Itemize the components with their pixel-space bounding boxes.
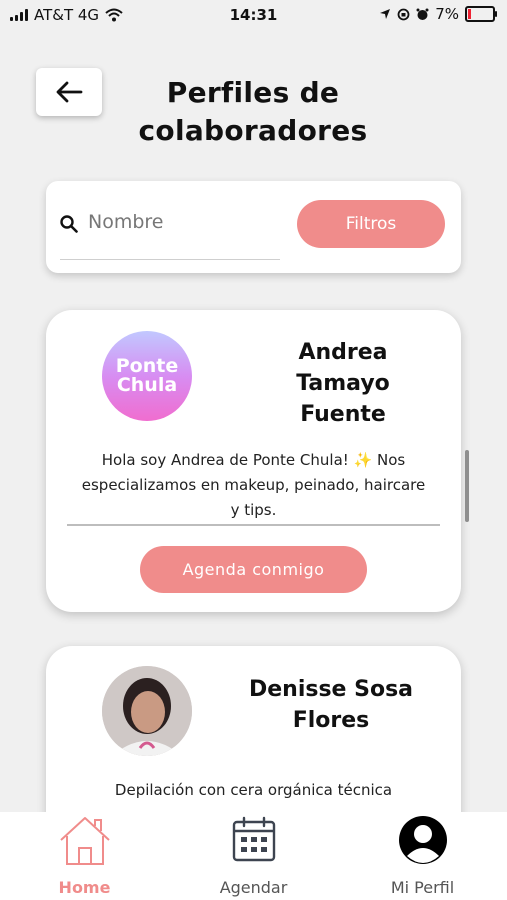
logo-text: Ponte Chula	[115, 355, 179, 396]
back-button[interactable]	[36, 68, 102, 116]
profile-photo-avatar	[102, 666, 192, 756]
home-icon	[59, 817, 110, 865]
profile-name: Andrea Tamayo Fuente	[296, 340, 390, 427]
search-field	[60, 209, 280, 260]
profile-bio: Depilación con cera orgánica técnica	[114, 781, 393, 799]
tab-home[interactable]: Home	[0, 812, 169, 900]
search-card: Filtros	[46, 181, 461, 273]
lock-rotation-icon	[397, 8, 410, 20]
tab-label-schedule: Agendar	[219, 878, 288, 897]
user-icon	[398, 816, 447, 864]
profile-bio: Hola soy Andrea de Ponte Chula! ✨ Nos es…	[81, 451, 426, 519]
status-bar: AT&T 4G 14:31 7%	[0, 0, 507, 30]
calendar-icon	[232, 816, 275, 862]
filters-button[interactable]: Filtros	[297, 200, 445, 248]
location-icon	[380, 9, 391, 19]
alarm-icon	[416, 8, 429, 20]
profile-name: Denisse Sosa Flores	[248, 677, 414, 733]
battery-percent: 7%	[435, 5, 459, 23]
search-input[interactable]	[88, 211, 258, 233]
battery-icon	[465, 6, 497, 22]
divider	[67, 524, 440, 526]
tab-label-home: Home	[58, 878, 111, 897]
tab-profile[interactable]: Mi Perfil	[338, 812, 507, 900]
tab-bar: Home Agendar Mi Perfil	[0, 812, 507, 900]
profile-card: Ponte Chula Andrea Tamayo Fuente Hola so…	[46, 310, 461, 612]
page-title: Perfiles de colaboradores	[138, 76, 368, 147]
search-icon	[60, 215, 78, 233]
schedule-button[interactable]: Agenda conmigo	[140, 546, 367, 593]
tab-schedule[interactable]: Agendar	[169, 812, 338, 900]
arrow-left-icon	[56, 81, 83, 103]
scrollbar[interactable]	[465, 450, 469, 522]
tab-label-profile: Mi Perfil	[390, 878, 455, 897]
brand-logo-avatar: Ponte Chula	[102, 331, 192, 421]
